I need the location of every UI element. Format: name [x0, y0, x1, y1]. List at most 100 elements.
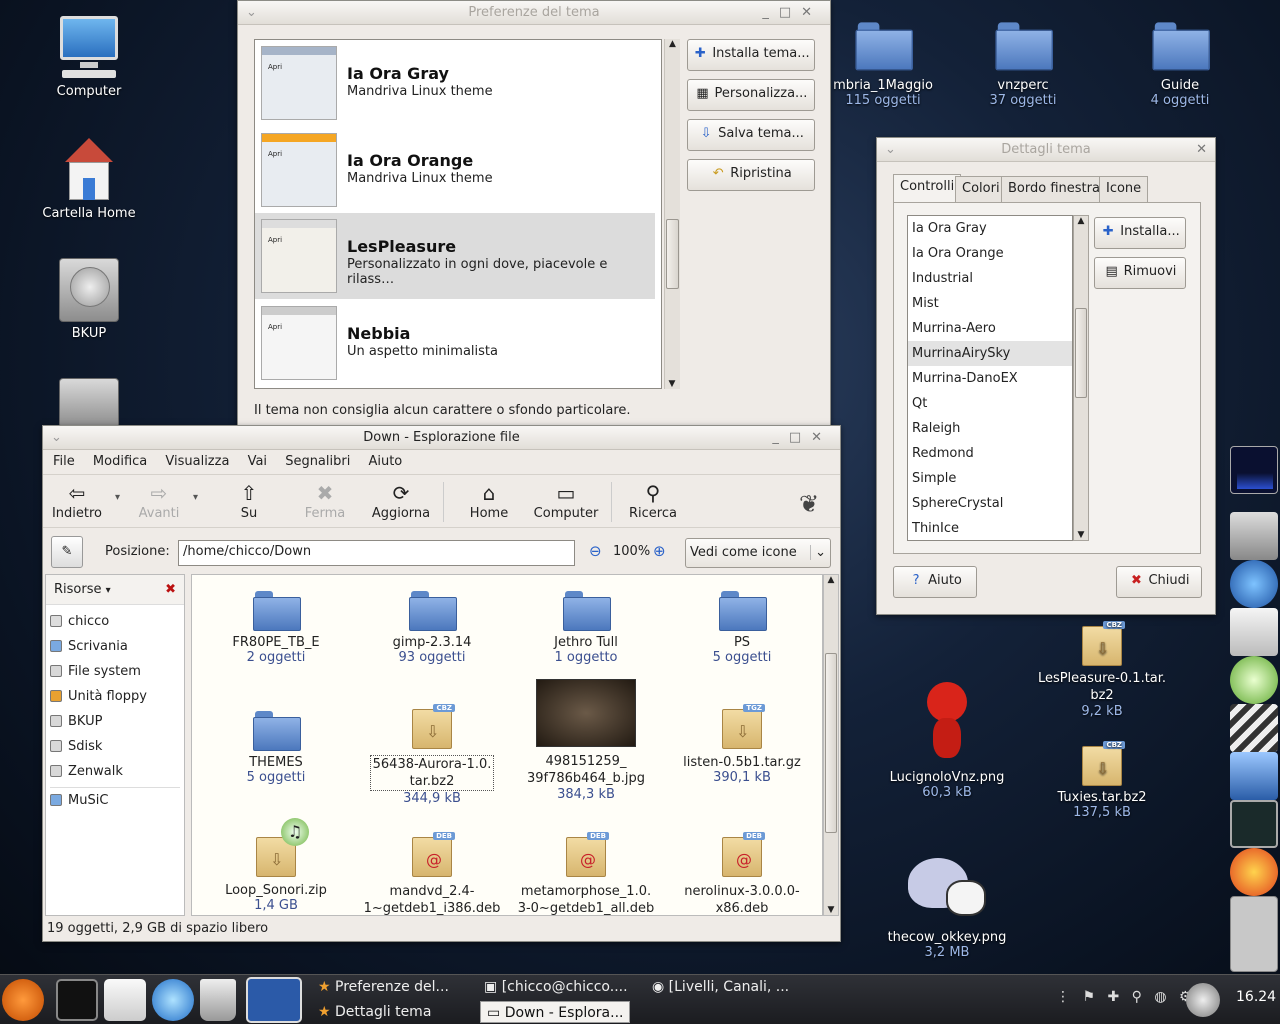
install-theme-button[interactable]: ✚ Installa tema...: [687, 39, 815, 71]
window-menu-icon[interactable]: ⌄: [51, 426, 62, 450]
search-button[interactable]: ⚲ Ricerca: [623, 480, 683, 521]
tab-bordo-finestra[interactable]: Bordo finestra: [1001, 176, 1107, 202]
reload-button[interactable]: ⟳ Aggiorna: [371, 480, 431, 521]
web-browser-icon[interactable]: [152, 979, 194, 1021]
view-mode-select[interactable]: Vedi come icone ⌄: [685, 538, 831, 568]
file-item[interactable]: FR80PE_TB_E 2 oggetti: [206, 589, 346, 665]
sidebar-item-sdisk[interactable]: Sdisk: [46, 734, 184, 759]
back-history-icon[interactable]: ▾: [115, 492, 120, 503]
theme-list-item[interactable]: Murrina-Aero: [908, 316, 1072, 341]
file-item[interactable]: DEB @ metamorphose_1.0. 3-0~getdeb1_all.de…: [516, 832, 656, 915]
menu-modifica[interactable]: Modifica: [93, 454, 147, 469]
theme-item-selected[interactable]: Apri LesPleasure Personalizzato in ogni …: [255, 213, 655, 299]
network-icon[interactable]: [1230, 752, 1278, 800]
revert-button[interactable]: ↶ Ripristina: [687, 159, 815, 191]
file-item-selected[interactable]: CBZ ⇩ 56438-Aurora-1.0. tar.bz2 344,9 kB: [362, 704, 502, 806]
menu-file[interactable]: File: [53, 454, 75, 469]
file-icon-view[interactable]: FR80PE_TB_E 2 oggetti gimp-2.3.14 93 ogget…: [191, 574, 823, 916]
titlebar[interactable]: ⌄ Preferenze del tema _□✕: [238, 1, 830, 25]
sidebar-item-zenwalk[interactable]: Zenwalk: [46, 759, 184, 784]
finder-icon[interactable]: [1230, 512, 1278, 560]
save-theme-button[interactable]: ⇩ Salva tema...: [687, 119, 815, 151]
scrollbar-thumb[interactable]: [825, 653, 837, 833]
menu-segnalibri[interactable]: Segnalibri: [285, 454, 350, 469]
tab-controlli[interactable]: Controlli: [893, 174, 962, 202]
tab-colori[interactable]: Colori: [955, 176, 1007, 202]
back-button[interactable]: ⇦ Indietro: [47, 480, 107, 521]
toggle-location-icon[interactable]: ✎: [51, 536, 83, 568]
sidebar-item-music[interactable]: MuSiC: [46, 788, 184, 813]
theme-item[interactable]: Apri Ia Ora Orange Mandriva Linux theme: [255, 127, 655, 213]
window-menu-icon[interactable]: ⌄: [885, 138, 896, 162]
home-folder-icon[interactable]: [104, 979, 146, 1021]
controls-list-scrollbar[interactable]: ▲ ▼: [1073, 215, 1089, 541]
scroll-down-icon[interactable]: ▼: [665, 379, 679, 389]
theme-item[interactable]: Apri Nebbia Un aspetto minimalista: [255, 300, 655, 386]
location-input[interactable]: /home/chicco/Down: [178, 540, 575, 566]
home-button[interactable]: ⌂ Home: [459, 480, 519, 521]
scroll-down-icon[interactable]: ▼: [824, 905, 838, 915]
menu-visualizza[interactable]: Visualizza: [165, 454, 229, 469]
tab-icone[interactable]: Icone: [1099, 176, 1149, 202]
close-icon[interactable]: ✕: [1196, 138, 1207, 162]
theme-list-item[interactable]: Ia Ora Orange: [908, 241, 1072, 266]
taskbar-item-gimp[interactable]: ◉ [Livelli, Canali, ...: [652, 976, 789, 998]
terminal-icon[interactable]: [56, 979, 98, 1021]
file-item[interactable]: gimp-2.3.14 93 oggetti: [362, 589, 502, 665]
refresh-globe-icon[interactable]: [1230, 560, 1278, 608]
up-button[interactable]: ⇧ Su: [219, 480, 279, 521]
window-controls-icon[interactable]: _□✕: [772, 426, 832, 450]
taskbar-item-preferenze[interactable]: ★ Preferenze del...: [318, 976, 449, 998]
file-item[interactable]: THEMES 5 oggetti: [206, 709, 346, 785]
sidebar-item-bkup[interactable]: BKUP: [46, 709, 184, 734]
theme-list-item[interactable]: Raleigh: [908, 416, 1072, 441]
desktop-icon-bkup[interactable]: BKUP: [24, 258, 154, 341]
taskbar-item-dettagli[interactable]: ★ Dettagli tema: [318, 1001, 431, 1023]
theme-list-item[interactable]: Redmond: [908, 441, 1072, 466]
zoom-level[interactable]: 100%: [613, 544, 650, 559]
scroll-up-icon[interactable]: ▲: [1074, 216, 1088, 226]
file-item[interactable]: DEB @ nerolinux-3.0.0.0- x86.deb: [672, 832, 812, 915]
volume-icon[interactable]: [1186, 983, 1220, 1017]
file-item[interactable]: ⇩ ♫ Loop_Sonori.zip 1,4 GB: [206, 818, 346, 913]
desktop-icon-disk2[interactable]: [24, 378, 154, 432]
theme-list[interactable]: Apri Ia Ora Gray Mandriva Linux theme Ap…: [254, 39, 662, 389]
desktop-icon-computer[interactable]: Computer: [24, 14, 154, 99]
desktop-icon-guide[interactable]: Guide 4 oggetti: [1115, 10, 1245, 108]
sidebar-item-scrivania[interactable]: Scrivania: [46, 634, 184, 659]
stop-button[interactable]: ✖ Ferma: [295, 480, 355, 521]
desktop-icon-thecow[interactable]: thecow_okkey.png 3,2 MB: [882, 850, 1012, 960]
theme-list-item-selected[interactable]: MurrinaAirySky: [908, 341, 1072, 366]
theme-list-item[interactable]: Mist: [908, 291, 1072, 316]
file-item[interactable]: TGZ ⇩ listen-0.5b1.tar.gz 390,1 kB: [672, 704, 812, 785]
desktop-icon-lespleasure[interactable]: CBZ ⇩ LesPleasure-0.1.tar. bz2 9,2 kB: [1037, 621, 1167, 719]
scrollbar-thumb[interactable]: [666, 219, 679, 289]
desktop-icon-tuxies[interactable]: CBZ ⇩ Tuxies.tar.bz2 137,5 kB: [1037, 741, 1167, 820]
help-button[interactable]: ? Aiuto: [893, 566, 977, 598]
clapper-icon[interactable]: [1230, 704, 1278, 752]
desktop-icon-lucignolo[interactable]: LucignoloVnz.png 60,3 kB: [882, 676, 1012, 800]
file-item[interactable]: DEB @ mandvd_2.4- 1~getdeb1_i386.deb: [362, 832, 502, 915]
window-menu-icon[interactable]: ⌄: [246, 1, 257, 25]
file-item[interactable]: 498151259_ 39f786b464_b.jpg 384,3 kB: [516, 679, 656, 802]
controls-theme-list[interactable]: Ia Ora Gray Ia Ora Orange Industrial Mist Mu…: [907, 215, 1073, 541]
theme-item[interactable]: Apri Ia Ora Gray Mandriva Linux theme: [255, 40, 655, 126]
theme-list-item[interactable]: Qt: [908, 391, 1072, 416]
sidebar-item-chicco[interactable]: chicco: [46, 609, 184, 634]
theme-list-item[interactable]: SphereCrystal: [908, 491, 1072, 516]
remove-button[interactable]: ▤ Rimuovi: [1094, 257, 1186, 289]
window-controls-icon[interactable]: _□✕: [762, 1, 822, 25]
install-button[interactable]: ✚ Installa...: [1094, 217, 1186, 249]
ubuntu-menu-icon[interactable]: [2, 979, 44, 1021]
mail-icon[interactable]: [1230, 608, 1278, 656]
theme-list-item[interactable]: Simple: [908, 466, 1072, 491]
zoom-out-icon[interactable]: ⊖: [589, 542, 602, 560]
taskbar-item-terminal[interactable]: ▣ [chicco@chicco....: [484, 976, 628, 998]
menu-aiuto[interactable]: Aiuto: [368, 454, 402, 469]
sidebar-item-floppy[interactable]: Unità floppy: [46, 684, 184, 709]
theme-list-scrollbar[interactable]: ▲ ▼: [664, 39, 680, 389]
zoom-in-icon[interactable]: ⊕: [653, 542, 666, 560]
file-view-scrollbar[interactable]: ▲ ▼: [823, 574, 839, 916]
titlebar[interactable]: ⌄ Dettagli tema ✕: [877, 138, 1215, 162]
desktop-icon-home[interactable]: Cartella Home: [24, 138, 154, 221]
